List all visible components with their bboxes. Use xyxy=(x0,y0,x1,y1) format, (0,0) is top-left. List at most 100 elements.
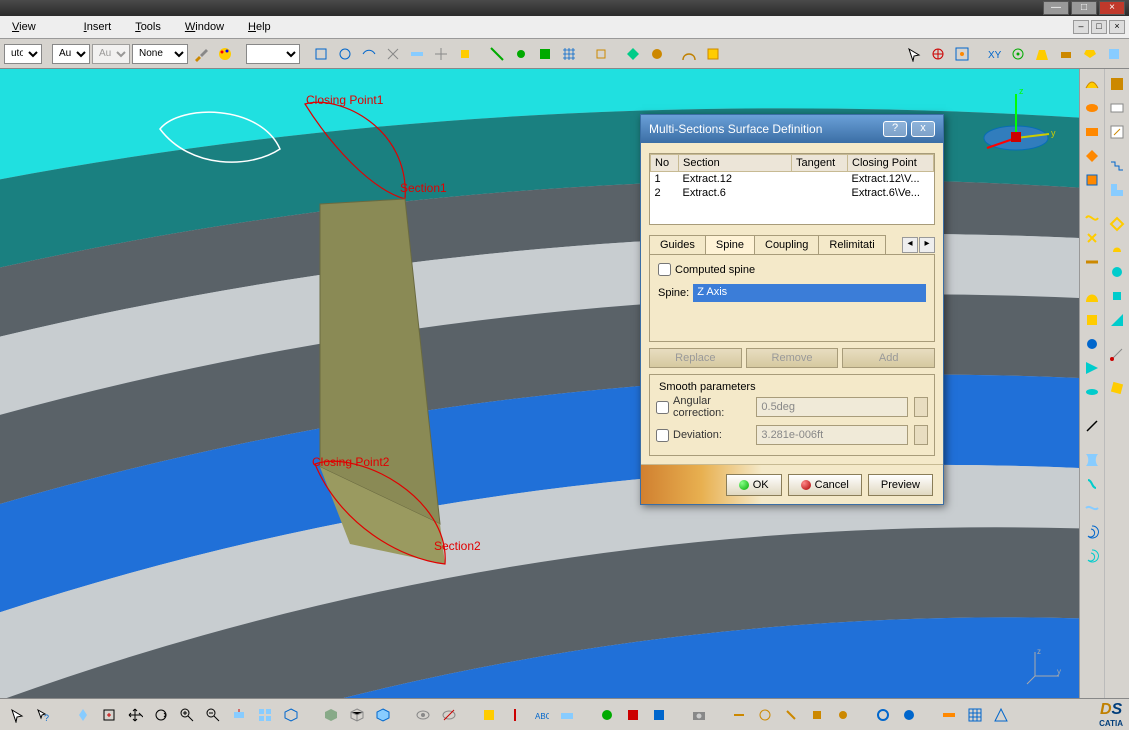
surf-icon[interactable] xyxy=(1081,73,1103,95)
tool-icon[interactable] xyxy=(1055,43,1077,65)
shade-icon[interactable] xyxy=(320,704,342,726)
brush-icon[interactable] xyxy=(190,43,212,65)
tool-icon[interactable] xyxy=(1106,73,1128,95)
tool-icon[interactable] xyxy=(504,704,526,726)
fit-icon[interactable] xyxy=(98,704,120,726)
deviation-checkbox[interactable] xyxy=(656,429,669,442)
curve-tool-icon[interactable] xyxy=(678,43,700,65)
col-tangent[interactable]: Tangent xyxy=(792,155,848,172)
surf-icon[interactable] xyxy=(1081,203,1103,225)
tab-spine[interactable]: Spine xyxy=(705,235,755,254)
tool-icon[interactable] xyxy=(358,43,380,65)
tool-icon[interactable]: XY xyxy=(983,43,1005,65)
ok-button[interactable]: OK xyxy=(726,474,782,496)
col-closing[interactable]: Closing Point xyxy=(848,155,934,172)
tool-icon[interactable] xyxy=(898,704,920,726)
spiral-icon[interactable] xyxy=(1081,521,1103,543)
tool-icon[interactable] xyxy=(1106,237,1128,259)
sketch-icon[interactable] xyxy=(1106,121,1128,143)
rotate-icon[interactable] xyxy=(150,704,172,726)
shade-edge-icon[interactable] xyxy=(372,704,394,726)
deviation-field[interactable] xyxy=(756,425,908,445)
arrow-icon[interactable] xyxy=(903,43,925,65)
spiral-icon[interactable] xyxy=(1081,545,1103,567)
dialog-titlebar[interactable]: Multi-Sections Surface Definition ? x xyxy=(641,115,943,143)
iso-icon[interactable] xyxy=(280,704,302,726)
tool-icon[interactable] xyxy=(646,43,668,65)
surf-icon[interactable] xyxy=(1081,497,1103,519)
grid-icon[interactable] xyxy=(558,43,580,65)
tool-icon[interactable] xyxy=(1079,43,1101,65)
menu-view[interactable]: View xyxy=(12,21,60,33)
menu-help[interactable]: Help xyxy=(248,21,271,33)
surf-icon[interactable] xyxy=(1081,121,1103,143)
tool-icon[interactable] xyxy=(534,43,556,65)
surf-icon[interactable] xyxy=(1081,333,1103,355)
remove-button[interactable]: Remove xyxy=(746,348,839,368)
tool-icon[interactable] xyxy=(1103,43,1125,65)
col-no[interactable]: No xyxy=(651,155,679,172)
tool-icon[interactable] xyxy=(590,43,612,65)
camera-icon[interactable] xyxy=(688,704,710,726)
select-4[interactable]: None xyxy=(132,44,188,64)
spine-field[interactable]: Z Axis xyxy=(693,284,926,302)
mdi-close-button[interactable]: × xyxy=(1109,20,1125,34)
zoom-out-icon[interactable] xyxy=(202,704,224,726)
cancel-button[interactable]: Cancel xyxy=(788,474,862,496)
tool-icon[interactable] xyxy=(1106,261,1128,283)
tool-icon[interactable] xyxy=(310,43,332,65)
dialog-help-button[interactable]: ? xyxy=(883,121,907,137)
compass-widget[interactable]: z y xyxy=(971,84,1061,154)
table-row[interactable]: 1Extract.12Extract.12\V... xyxy=(651,172,934,187)
view-normal-icon[interactable] xyxy=(228,704,250,726)
tab-coupling[interactable]: Coupling xyxy=(754,235,819,254)
text-icon[interactable]: ABC xyxy=(530,704,552,726)
maximize-button[interactable]: □ xyxy=(1071,1,1097,15)
surf-icon[interactable] xyxy=(1081,169,1103,191)
surf-icon[interactable] xyxy=(1081,251,1103,273)
tool-icon[interactable] xyxy=(938,704,960,726)
tool-icon[interactable] xyxy=(1106,285,1128,307)
menu-tools[interactable]: Tools xyxy=(135,21,161,33)
tool-icon[interactable] xyxy=(596,704,618,726)
tool-icon[interactable] xyxy=(406,43,428,65)
minimize-button[interactable]: — xyxy=(1043,1,1069,15)
tool-icon[interactable] xyxy=(510,43,532,65)
tab-relimitation[interactable]: Relimitati xyxy=(818,235,885,254)
tool-icon[interactable] xyxy=(478,704,500,726)
tool-icon[interactable] xyxy=(648,704,670,726)
surf-icon[interactable] xyxy=(1081,145,1103,167)
tool-icon[interactable] xyxy=(832,704,854,726)
palette-icon[interactable] xyxy=(214,43,236,65)
menu-window[interactable]: Window xyxy=(185,21,224,33)
line-icon[interactable] xyxy=(1081,415,1103,437)
add-button[interactable]: Add xyxy=(842,348,935,368)
tool-icon[interactable] xyxy=(1106,309,1128,331)
select-1[interactable]: uto xyxy=(4,44,42,64)
multiview-icon[interactable] xyxy=(254,704,276,726)
tool-icon[interactable] xyxy=(486,43,508,65)
col-section[interactable]: Section xyxy=(679,155,792,172)
tool-icon[interactable] xyxy=(964,704,986,726)
help-pointer-icon[interactable]: ? xyxy=(32,704,54,726)
zoom-in-icon[interactable] xyxy=(176,704,198,726)
tool-icon[interactable] xyxy=(382,43,404,65)
surf-icon[interactable] xyxy=(1081,309,1103,331)
tool-icon[interactable] xyxy=(927,43,949,65)
surf-icon[interactable] xyxy=(1081,97,1103,119)
tool-icon[interactable] xyxy=(728,704,750,726)
hide-icon[interactable] xyxy=(438,704,460,726)
color-swatch[interactable] xyxy=(246,44,300,64)
replace-button[interactable]: Replace xyxy=(649,348,742,368)
computed-spine-checkbox[interactable]: Computed spine xyxy=(658,263,926,276)
tool-icon[interactable] xyxy=(556,704,578,726)
tool-icon[interactable] xyxy=(872,704,894,726)
tab-prev-button[interactable]: ◂ xyxy=(902,237,918,253)
spinner[interactable] xyxy=(914,425,928,445)
tool-icon[interactable] xyxy=(702,43,724,65)
tool-icon[interactable] xyxy=(430,43,452,65)
tool-icon[interactable] xyxy=(334,43,356,65)
tool-icon[interactable] xyxy=(454,43,476,65)
tool-icon[interactable] xyxy=(1106,155,1128,177)
surf-icon[interactable] xyxy=(1081,473,1103,495)
